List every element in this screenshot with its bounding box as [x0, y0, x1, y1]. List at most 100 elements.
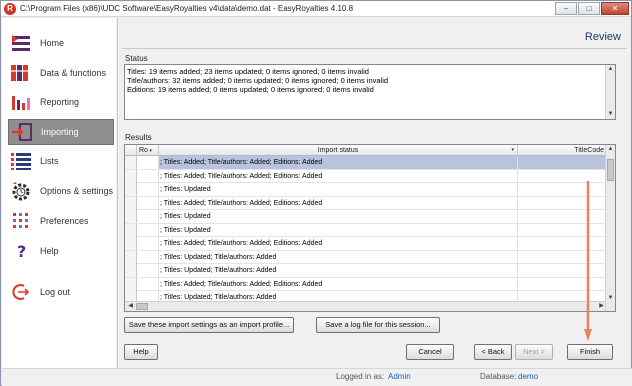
row-number-cell[interactable] [137, 264, 159, 277]
maximize-button[interactable]: □ [578, 2, 600, 15]
question-icon: ? [10, 241, 32, 261]
titlecode-cell[interactable] [518, 183, 607, 196]
table-row[interactable]: ; Titles: Added; Title/authors: Added; E… [125, 169, 607, 183]
titlecode-cell[interactable] [518, 264, 607, 277]
column-header-titlecode[interactable]: TitleCode [518, 145, 607, 156]
row-number-cell[interactable] [137, 183, 159, 196]
save-log-file-button[interactable]: Save a log file for this session... [316, 317, 440, 333]
import-status-cell[interactable]: ; Titles: Updated [159, 183, 518, 196]
row-number-cell[interactable] [137, 210, 159, 223]
scroll-up-icon[interactable]: ▲ [606, 65, 615, 74]
sidebar-item-data-functions[interactable]: Data & functions [8, 60, 114, 86]
sidebar-item-options-settings[interactable]: Options & settings [8, 178, 114, 204]
sidebar-item-preferences[interactable]: Preferences [8, 208, 114, 234]
titlecode-cell[interactable] [518, 277, 607, 291]
table-row[interactable]: ; Titles: Updated [125, 223, 607, 237]
import-status-cell[interactable]: ; Titles: Updated; Title/authors: Added [159, 264, 518, 277]
row-number-cell[interactable] [137, 250, 159, 264]
import-status-cell[interactable]: ; Titles: Updated [159, 223, 518, 237]
row-number-cell[interactable] [137, 223, 159, 237]
next-button[interactable]: Next > [515, 344, 553, 360]
scroll-down-icon[interactable]: ▼ [606, 294, 615, 303]
close-button[interactable]: ✕ [601, 2, 629, 15]
sidebar-item-importing[interactable]: Importing [8, 119, 114, 145]
row-number-cell[interactable] [137, 169, 159, 183]
titlecode-cell[interactable] [518, 169, 607, 183]
help-button[interactable]: Help [124, 344, 158, 360]
sidebar-item-lists[interactable]: Lists [8, 148, 114, 174]
table-row[interactable]: ; Titles: Updated; Title/authors: Added [125, 264, 607, 278]
table-row[interactable]: ; Titles: Updated; Title/authors: Added [125, 250, 607, 264]
page-title: Review [584, 31, 621, 43]
column-header-import-status[interactable]: Import status ▾ [159, 145, 518, 156]
row-selector[interactable] [125, 183, 137, 196]
sidebar-item-logout[interactable]: Log out [8, 279, 114, 305]
scroll-thumb[interactable] [136, 303, 148, 310]
scroll-down-icon[interactable]: ▼ [606, 110, 615, 119]
row-number-cell[interactable] [137, 277, 159, 291]
table-row[interactable]: ; Titles: Updated [125, 183, 607, 197]
row-selector[interactable] [125, 196, 137, 210]
titlecode-cell[interactable] [518, 223, 607, 237]
row-selector[interactable] [125, 169, 137, 183]
sidebar: Home Data & functions Reporting Importin… [2, 18, 116, 368]
row-selector[interactable] [125, 223, 137, 237]
import-status-cell[interactable]: ; Titles: Added; Title/authors: Added; E… [159, 237, 518, 250]
scroll-thumb[interactable] [607, 159, 614, 181]
sidebar-item-reporting[interactable]: Reporting [8, 89, 114, 115]
import-status-cell[interactable]: ; Titles: Added; Title/authors: Added; E… [159, 277, 518, 291]
sidebar-item-label: Log out [40, 287, 71, 297]
table-row[interactable]: ; Titles: Added; Title/authors: Added; E… [125, 156, 607, 170]
results-grid[interactable]: Ro ▾ Import status ▾ TitleCode ; Titles:… [124, 144, 616, 312]
sidebar-item-help[interactable]: ? Help [8, 238, 114, 264]
row-selector[interactable] [125, 277, 137, 291]
row-selector[interactable] [125, 264, 137, 277]
import-status-cell[interactable]: ; Titles: Updated; Title/authors: Added [159, 250, 518, 264]
row-number-cell[interactable] [137, 196, 159, 210]
table-row[interactable]: ; Titles: Added; Title/authors: Added; E… [125, 196, 607, 210]
import-status-cell[interactable]: ; Titles: Updated [159, 210, 518, 223]
titlecode-cell[interactable] [518, 237, 607, 250]
sidebar-item-label: Importing [41, 127, 79, 137]
status-line: Editions: 19 items added; 0 items update… [127, 85, 374, 94]
back-button[interactable]: < Back [474, 344, 512, 360]
row-number-cell[interactable] [137, 237, 159, 250]
table-row[interactable]: ; Titles: Added; Title/authors: Added; E… [125, 237, 607, 251]
grid-vertical-scrollbar[interactable]: ▲ ▼ [605, 145, 615, 311]
sidebar-item-label: Help [40, 246, 59, 256]
titlecode-cell[interactable] [518, 196, 607, 210]
import-status-cell[interactable]: ; Titles: Added; Title/authors: Added; E… [159, 196, 518, 210]
row-selector[interactable] [125, 237, 137, 250]
import-status-cell[interactable]: ; Titles: Added; Title/authors: Added; E… [159, 169, 518, 183]
dropdown-arrow-icon[interactable]: ▾ [511, 145, 514, 156]
finish-button[interactable]: Finish [567, 344, 613, 360]
row-number-cell[interactable] [137, 156, 159, 169]
status-scrollbar[interactable]: ▲ ▼ [605, 65, 615, 119]
import-status-cell[interactable]: ; Titles: Added; Title/authors: Added; E… [159, 156, 518, 169]
table-row[interactable]: ; Titles: Added; Title/authors: Added; E… [125, 277, 607, 291]
dropdown-arrow-icon[interactable]: ▾ [148, 148, 152, 154]
home-list-icon [10, 33, 32, 53]
sidebar-item-home[interactable]: Home [8, 30, 114, 56]
row-selector[interactable] [125, 250, 137, 264]
app-logo-icon: R [4, 3, 16, 15]
titlecode-cell[interactable] [518, 250, 607, 264]
window-controls: – □ ✕ [555, 2, 629, 15]
scroll-up-icon[interactable]: ▲ [606, 145, 615, 154]
scroll-left-icon[interactable]: ◀ [126, 302, 135, 311]
row-selector[interactable] [125, 210, 137, 223]
status-line: Title/authors: 32 items added; 0 items u… [127, 76, 389, 85]
sidebar-item-label: Lists [40, 156, 59, 166]
row-selector[interactable] [125, 156, 137, 169]
column-header-label: Import status [317, 147, 359, 154]
minimize-button[interactable]: – [555, 2, 577, 15]
column-header-row[interactable]: Ro ▾ [137, 145, 159, 156]
sidebar-item-label: Options & settings [40, 186, 114, 196]
status-textbox[interactable]: Titles: 19 items added; 23 items updated… [124, 64, 616, 120]
titlecode-cell[interactable] [518, 156, 607, 169]
cancel-button[interactable]: Cancel [406, 344, 454, 360]
save-import-profile-button[interactable]: Save these import settings as an import … [124, 317, 294, 333]
titlecode-cell[interactable] [518, 210, 607, 223]
table-row[interactable]: ; Titles: Updated [125, 210, 607, 224]
grid-horizontal-scrollbar[interactable]: ◀ ▶ [125, 301, 607, 311]
